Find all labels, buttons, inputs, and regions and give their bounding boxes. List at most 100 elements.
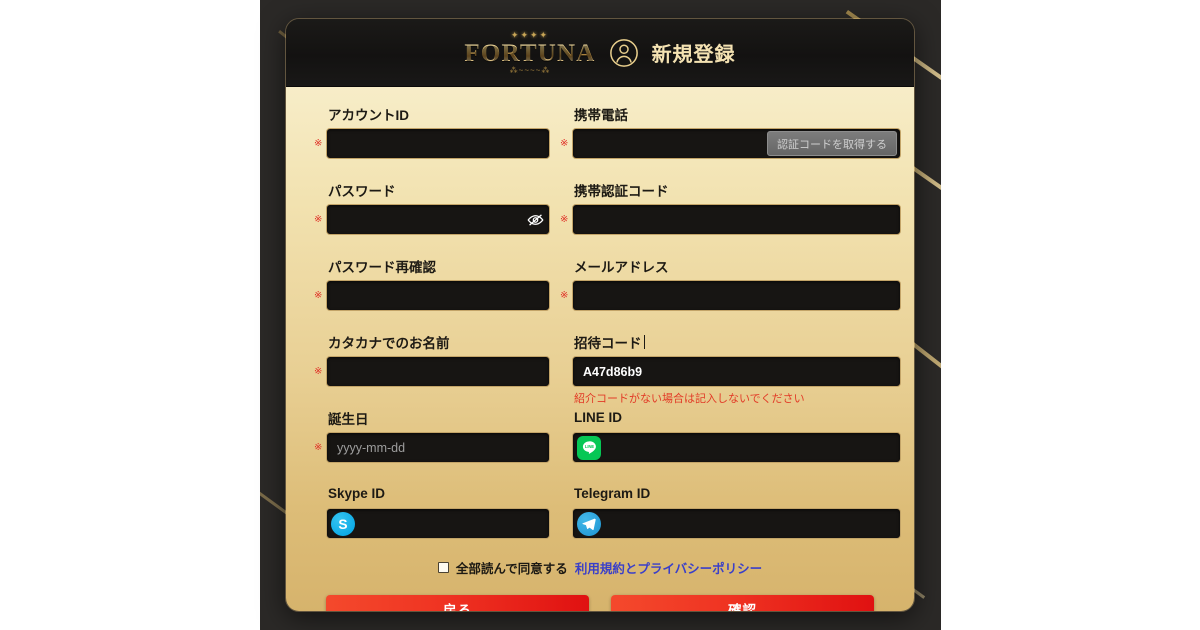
svg-text:LINE: LINE [584,444,594,449]
field-skype-id: Skype ID S [326,485,550,539]
required-marker: ※ [314,441,323,453]
label-email: メールアドレス [574,259,669,275]
telegram-icon [577,511,601,536]
input-row-phone: ※ 認証コードを取得する [560,128,901,159]
input-row-invite-code [572,356,901,387]
phone-input[interactable] [573,129,767,158]
input-row-skype-id: S [326,508,550,539]
input-box-password-confirm[interactable] [326,280,550,311]
eye-slash-icon[interactable] [521,205,549,234]
katakana-name-input[interactable] [327,357,549,386]
flourish-ornament-icon: ⁂~~~~⁂ [509,65,551,75]
screenshot-root: ✦✦✦✦ FORTUNA ⁂~~~~⁂ 新規登録 アカウントID ※ 携帯電話 … [0,0,1200,630]
label-telegram-id: Telegram ID [574,486,651,501]
label-katakana-name: カタカナでのお名前 [328,335,450,351]
input-row-password-confirm: ※ [314,280,550,311]
field-password: パスワード ※ [314,181,550,252]
input-box-account-id[interactable] [326,128,550,159]
label-birthday: 誕生日 [328,411,369,427]
field-email: メールアドレス ※ [560,257,901,328]
input-box-line-id[interactable]: LINE [572,432,901,463]
label-invite-code: 招待コード [572,333,901,351]
input-row-password: ※ [314,204,550,235]
phone-code-input[interactable] [573,205,900,234]
terms-and-privacy-link[interactable]: 利用規約とプライバシーポリシー [575,558,762,577]
field-password-confirm: パスワード再確認 ※ [314,257,550,328]
label-password: パスワード [328,183,396,199]
brand-name: FORTUNA [464,39,596,67]
required-marker: ※ [560,137,569,149]
required-marker: ※ [560,289,569,301]
agreement-checkbox[interactable] [437,562,449,573]
input-box-email[interactable] [572,280,901,311]
invite-code-hint: 紹介コードがない場合は記入しないでください [574,393,805,405]
card-body: アカウントID ※ 携帯電話 ※ 認証コードを取得する パスワード ※ 携帯認証… [286,87,914,611]
input-box-password[interactable] [326,204,550,235]
agreement-row: 全部読んで同意する 利用規約とプライバシーポリシー [326,558,874,577]
telegram-id-input[interactable] [601,509,900,538]
required-marker: ※ [314,213,323,225]
required-marker: ※ [314,365,323,377]
skype-icon: S [331,511,355,536]
invite-code-input[interactable] [573,357,900,386]
account-id-input[interactable] [327,129,549,158]
input-row-phone-code: ※ [560,204,901,235]
label-phone-code: 携帯認証コード [574,183,669,199]
user-circle-icon [609,38,638,67]
input-box-phone-code[interactable] [572,204,901,235]
field-katakana-name: カタカナでのお名前 ※ [314,333,550,404]
email-input[interactable] [573,281,900,310]
field-phone: 携帯電話 ※ 認証コードを取得する [560,105,901,176]
birthday-input[interactable] [327,433,549,462]
field-invite-code: 招待コード 紹介コードがない場合は記入しないでください [572,333,901,405]
line-icon: LINE [577,435,601,460]
svg-text:S: S [338,517,347,532]
input-row-katakana-name: ※ [314,356,550,387]
field-birthday: 誕生日 ※ [314,409,550,480]
input-box-skype-id[interactable]: S [326,508,550,539]
password-confirm-input[interactable] [327,281,549,310]
field-line-id: LINE ID LINE [572,409,901,480]
input-box-birthday[interactable] [326,432,550,463]
agreement-label: 全部読んで同意する [455,562,568,576]
input-box-telegram-id[interactable] [572,508,901,539]
label-account-id: アカウントID [328,107,409,123]
action-button-row: 戻る 確認 [326,595,874,611]
input-row-account-id: ※ [314,128,550,159]
input-box-invite-code[interactable] [572,356,901,387]
input-box-katakana-name[interactable] [326,356,550,387]
field-telegram-id: Telegram ID [572,485,901,539]
required-marker: ※ [314,289,323,301]
label-line-id: LINE ID [574,410,623,425]
input-row-telegram-id [572,508,901,539]
form-grid: アカウントID ※ 携帯電話 ※ 認証コードを取得する パスワード ※ 携帯認証… [314,105,901,544]
input-box-phone[interactable]: 認証コードを取得する [572,128,901,159]
registration-card: ✦✦✦✦ FORTUNA ⁂~~~~⁂ 新規登録 アカウントID ※ 携帯電話 … [285,18,915,612]
input-row-birthday: ※ [314,432,550,463]
line-id-input[interactable] [601,433,900,462]
card-header: ✦✦✦✦ FORTUNA ⁂~~~~⁂ 新規登録 [286,19,914,87]
page-title: 新規登録 [651,44,736,66]
input-row-line-id: LINE [572,432,901,463]
label-password-confirm: パスワード再確認 [328,259,436,275]
password-input[interactable] [327,205,521,234]
required-marker: ※ [314,137,323,149]
field-phone-code: 携帯認証コード ※ [560,181,901,252]
label-phone: 携帯電話 [574,107,628,123]
crown-ornament-icon: ✦✦✦✦ [510,29,550,40]
get-verification-code-button[interactable]: 認証コードを取得する [767,131,897,156]
back-button[interactable]: 戻る [326,595,589,611]
brand-logo: ✦✦✦✦ FORTUNA ⁂~~~~⁂ [464,29,596,75]
confirm-button[interactable]: 確認 [611,595,874,611]
required-marker: ※ [560,213,569,225]
skype-id-input[interactable] [355,509,549,538]
input-row-email: ※ [560,280,901,311]
